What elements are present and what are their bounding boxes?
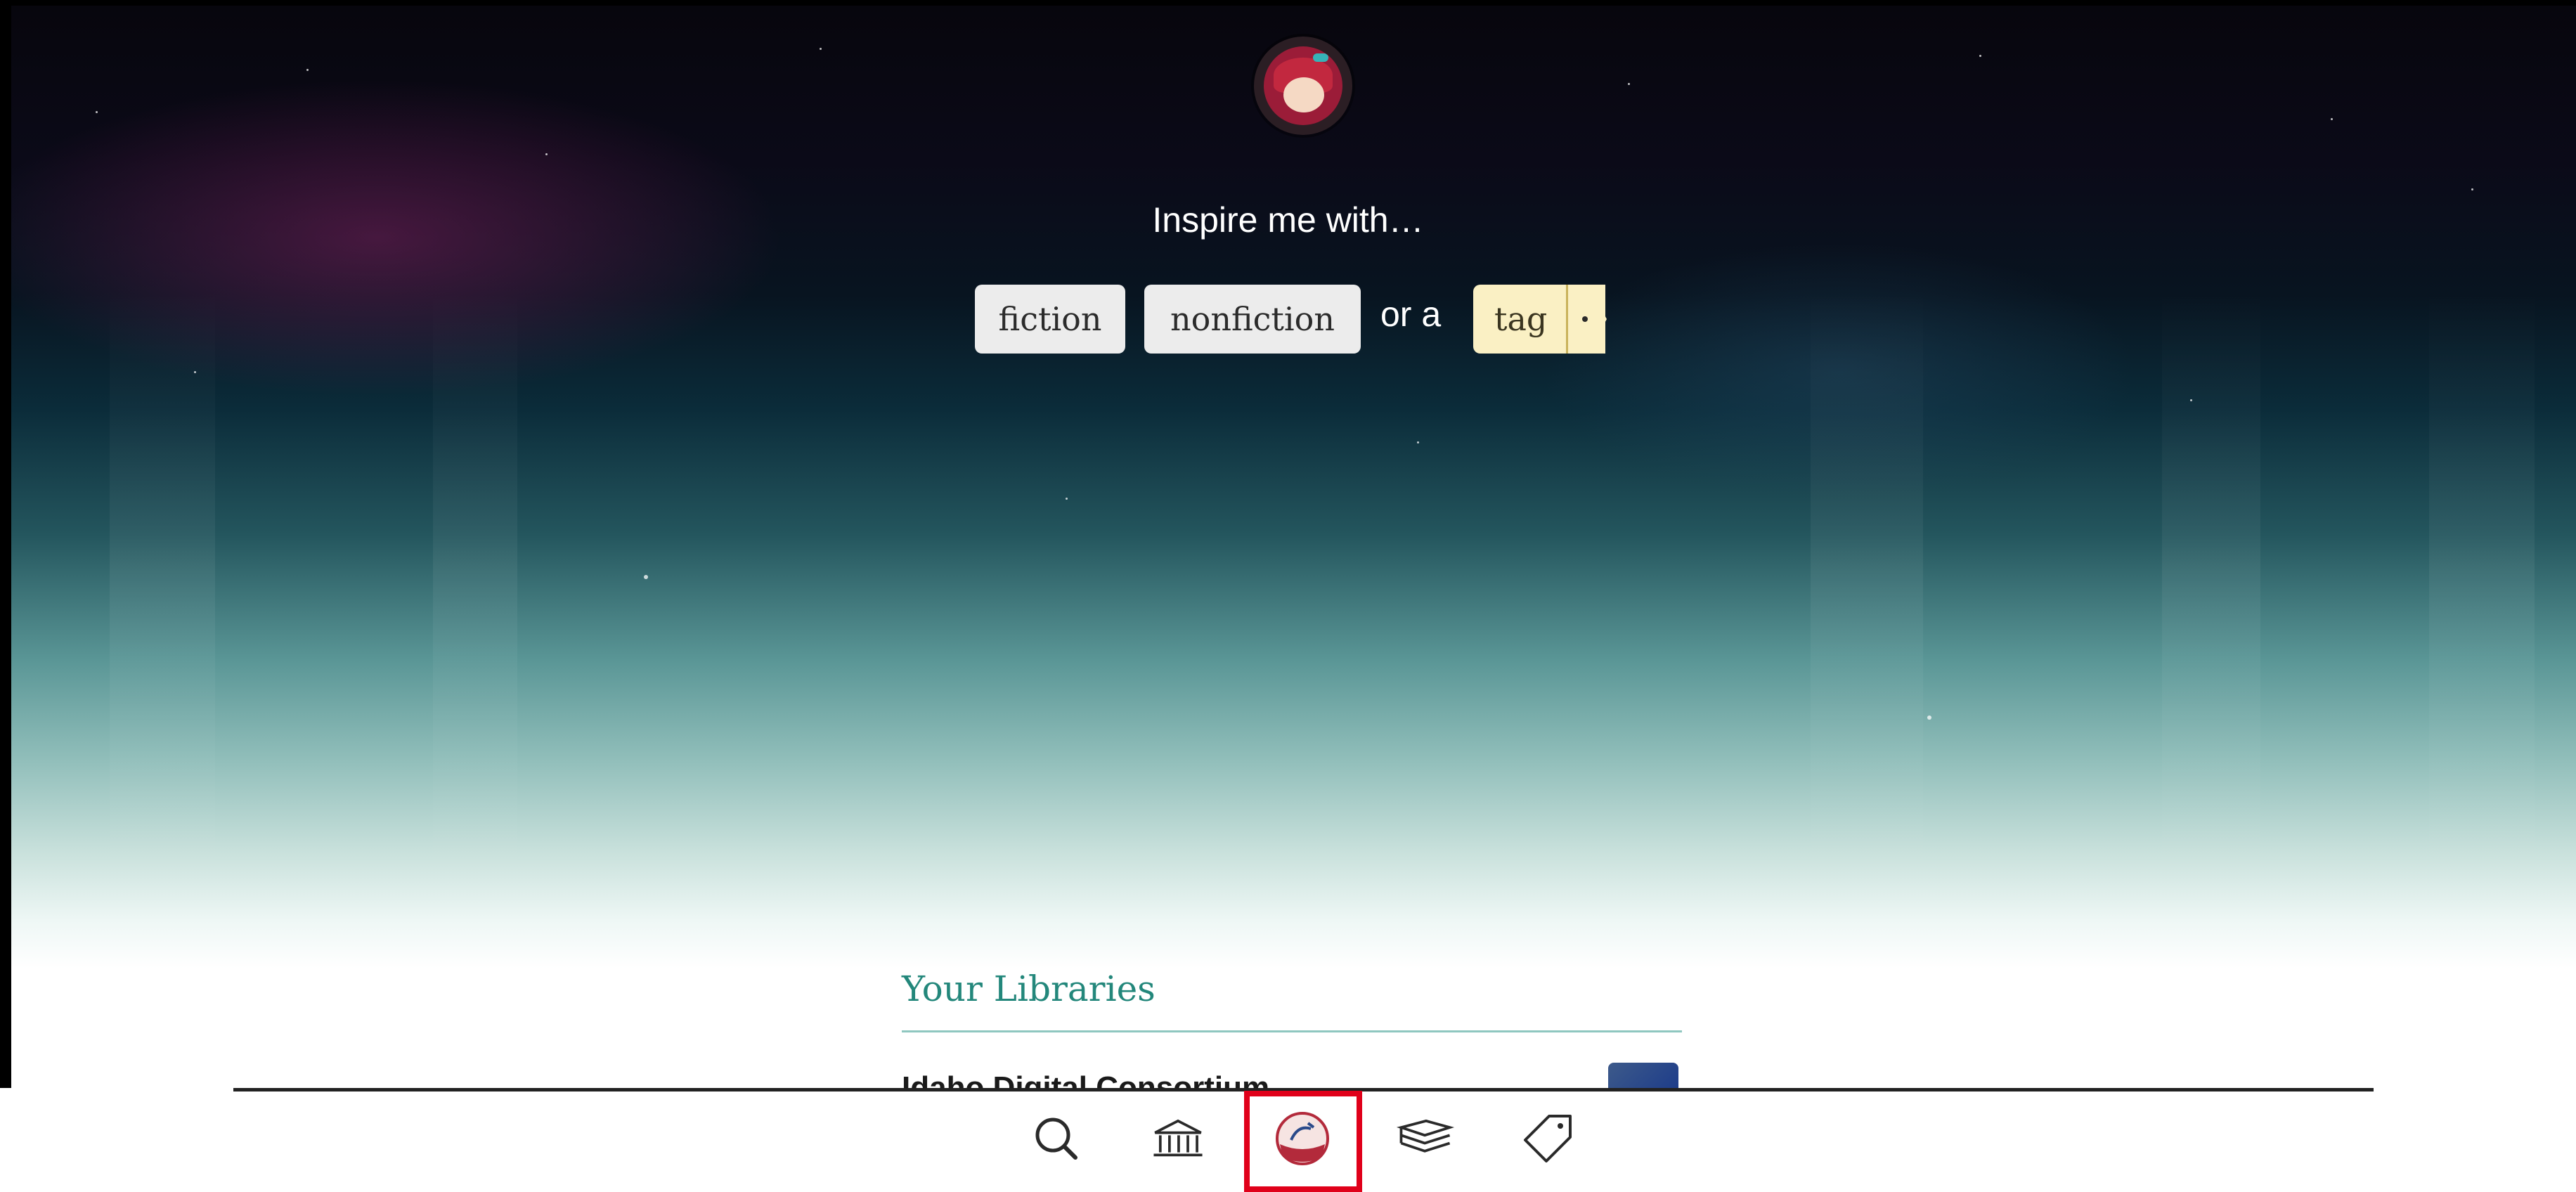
selected-tab-highlight [1244, 1091, 1362, 1192]
libby-logo-icon [1254, 37, 1352, 135]
aurora-band [1811, 287, 1923, 919]
star [545, 153, 548, 155]
star [820, 48, 822, 50]
star [2190, 399, 2192, 401]
window-frame-left [0, 0, 11, 1192]
star [194, 371, 196, 373]
star [1417, 441, 1419, 443]
logo-bow [1313, 53, 1328, 62]
shelf-icon[interactable] [1396, 1109, 1455, 1168]
aurora-band [110, 287, 215, 919]
star [2331, 118, 2333, 120]
or-a-label: or a [1380, 294, 1442, 334]
library-card-thumbnail[interactable] [1608, 1063, 1678, 1088]
star [1979, 55, 1981, 57]
logo-face [1283, 77, 1324, 112]
search-icon[interactable] [1027, 1109, 1086, 1168]
aurora-band [433, 287, 517, 919]
star [96, 111, 98, 113]
tag-button-label: tag [1494, 300, 1548, 338]
logo-badge [1264, 46, 1342, 125]
star [644, 575, 648, 579]
star [1628, 83, 1630, 85]
your-libraries-heading: Your Libraries [902, 968, 1156, 1009]
library-icon[interactable] [1148, 1109, 1208, 1168]
fiction-button[interactable]: fiction [975, 285, 1125, 354]
star [306, 69, 309, 71]
nonfiction-button[interactable]: nonfiction [1144, 285, 1361, 354]
aurora-background [11, 6, 2576, 968]
library-name[interactable]: Idaho Digital Consortium [902, 1067, 1269, 1088]
star [2471, 188, 2473, 190]
tag-hole-dot [1582, 316, 1588, 322]
inspire-heading: Inspire me with… [1152, 200, 1424, 240]
window-frame-top [0, 0, 2576, 6]
star [1927, 715, 1931, 720]
libraries-divider [902, 1030, 1682, 1032]
tag-icon[interactable] [1520, 1109, 1579, 1168]
aurora-band [2162, 287, 2260, 919]
star [1066, 498, 1068, 500]
aurora-band [2429, 287, 2535, 919]
